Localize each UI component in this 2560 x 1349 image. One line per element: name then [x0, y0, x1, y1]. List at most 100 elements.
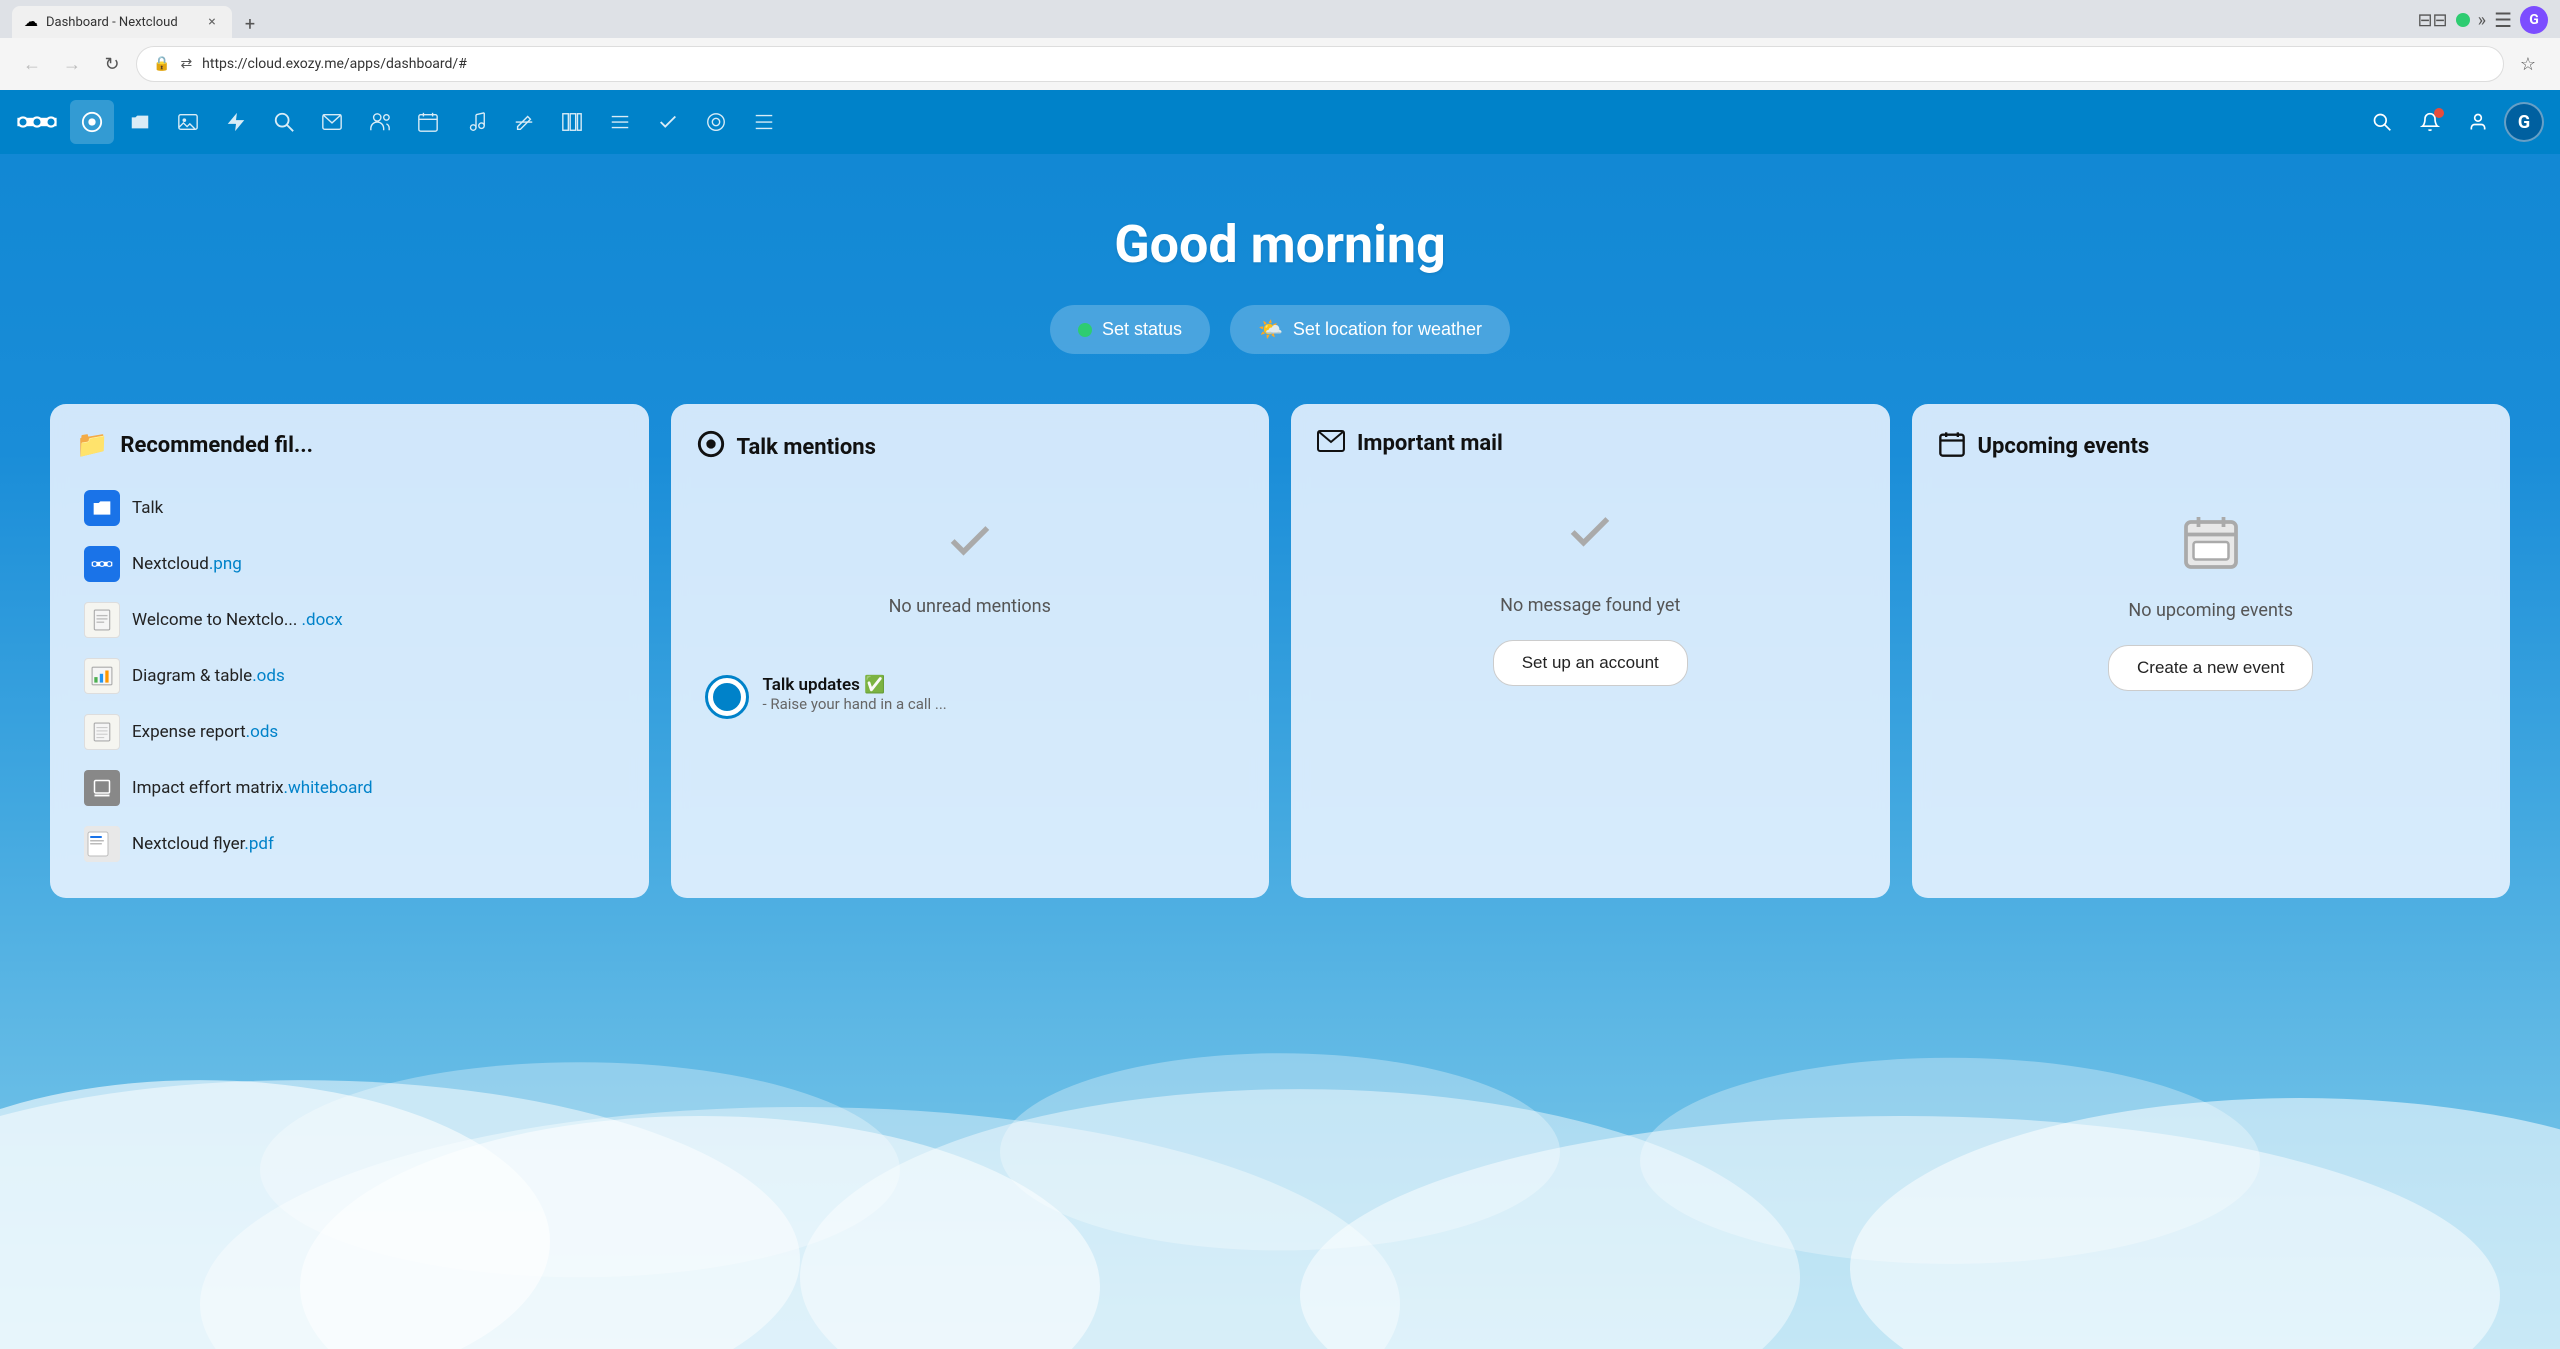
- nav-app-more[interactable]: [742, 100, 786, 144]
- setup-account-button[interactable]: Set up an account: [1493, 640, 1688, 686]
- events-empty-state: No upcoming events Create a new event: [1938, 482, 2485, 711]
- forward-button[interactable]: →: [56, 48, 88, 80]
- star-button[interactable]: ☆: [2512, 48, 2544, 80]
- file-expense-icon: [84, 714, 120, 750]
- events-card-title: Upcoming events: [1978, 434, 2150, 459]
- mail-card-header: Important mail: [1317, 430, 1864, 456]
- list-item[interactable]: Nextcloud.png: [76, 536, 623, 592]
- new-tab-button[interactable]: +: [236, 10, 264, 38]
- events-card-icon: [1938, 430, 1966, 462]
- file-name: Talk: [132, 498, 163, 518]
- notifications-button[interactable]: [2408, 100, 2452, 144]
- search-button[interactable]: [2360, 100, 2404, 144]
- list-item[interactable]: Talk: [76, 480, 623, 536]
- nc-logo[interactable]: [16, 108, 58, 136]
- file-name: Nextcloud.png: [132, 554, 242, 574]
- browser-chrome: ☁ Dashboard - Nextcloud × + ⊟⊟ » ☰ G ← →…: [0, 0, 2560, 90]
- address-bar[interactable]: 🔒 ⇄ https://cloud.exozy.me/apps/dashboar…: [136, 46, 2504, 82]
- talk-mention-title: Talk updates ✅: [763, 675, 947, 695]
- tab-favicon: ☁: [24, 14, 38, 30]
- nav-app-mail[interactable]: [310, 100, 354, 144]
- set-weather-button[interactable]: 🌤️ Set location for weather: [1230, 305, 1510, 354]
- file-nc-icon: [84, 546, 120, 582]
- set-status-button[interactable]: Set status: [1050, 305, 1210, 354]
- nav-app-dashboard[interactable]: [70, 100, 114, 144]
- talk-mentions-card: Talk mentions No unread mentions Talk up…: [671, 404, 1270, 898]
- tab-close-button[interactable]: ×: [204, 14, 220, 30]
- file-doc-icon: [84, 602, 120, 638]
- events-card-header: Upcoming events: [1938, 430, 2485, 462]
- talk-card-title: Talk mentions: [737, 435, 876, 460]
- dashboard-cards: 📁 Recommended fil... Talk: [0, 404, 2560, 898]
- files-card-header: 📁 Recommended fil...: [76, 430, 623, 460]
- browser-tab-active[interactable]: ☁ Dashboard - Nextcloud ×: [12, 6, 232, 38]
- greeting-section: Good morning Set status 🌤️ Set location …: [1050, 214, 1510, 354]
- back-button[interactable]: ←: [16, 48, 48, 80]
- list-item[interactable]: Nextcloud flyer.pdf: [76, 816, 623, 872]
- nav-app-search[interactable]: [262, 100, 306, 144]
- status-dot: [1078, 323, 1092, 337]
- nav-app-activity[interactable]: [214, 100, 258, 144]
- notification-badge: [2434, 108, 2444, 118]
- nav-app-notes[interactable]: [502, 100, 546, 144]
- file-name: Welcome to Nextclo... .docx: [132, 610, 343, 630]
- mail-empty-text: No message found yet: [1500, 595, 1680, 616]
- file-name: Nextcloud flyer.pdf: [132, 834, 274, 854]
- nav-app-circles[interactable]: [694, 100, 738, 144]
- upcoming-events-card: Upcoming events No upcoming events Creat…: [1912, 404, 2511, 898]
- nc-main: Good morning Set status 🌤️ Set location …: [0, 154, 2560, 1349]
- file-whiteboard-icon: [84, 770, 120, 806]
- nav-app-checkmarks[interactable]: [646, 100, 690, 144]
- browser-toolbar: ← → ↻ 🔒 ⇄ https://cloud.exozy.me/apps/da…: [0, 38, 2560, 90]
- talk-mention-desc: - Raise your hand in a call ...: [763, 695, 947, 713]
- user-avatar[interactable]: G: [2504, 102, 2544, 142]
- file-folder-icon: [84, 490, 120, 526]
- important-mail-card: Important mail No message found yet Set …: [1291, 404, 1890, 898]
- greeting-buttons: Set status 🌤️ Set location for weather: [1050, 305, 1510, 354]
- list-item[interactable]: Impact effort matrix.whiteboard: [76, 760, 623, 816]
- browser-extra-icons: ⊟⊟ » ☰ G: [2417, 6, 2548, 38]
- list-item[interactable]: Expense report.ods: [76, 704, 623, 760]
- list-item[interactable]: Diagram & table.ods: [76, 648, 623, 704]
- talk-mention-content: Talk updates ✅ - Raise your hand in a ca…: [763, 675, 947, 713]
- nav-app-music[interactable]: [454, 100, 498, 144]
- mail-check-icon: [1564, 506, 1616, 571]
- contacts-button[interactable]: [2456, 100, 2500, 144]
- list-item[interactable]: Welcome to Nextclo... .docx: [76, 592, 623, 648]
- greeting-title: Good morning: [1050, 214, 1510, 275]
- set-weather-label: Set location for weather: [1293, 319, 1482, 340]
- file-list: Talk Nextcloud.png Welcome t: [76, 480, 623, 872]
- nav-app-contacts[interactable]: [358, 100, 402, 144]
- talk-card-icon: [697, 430, 725, 465]
- file-name: Impact effort matrix.whiteboard: [132, 778, 373, 798]
- tab-title: Dashboard - Nextcloud: [46, 15, 196, 30]
- events-empty-text: No upcoming events: [2128, 600, 2293, 621]
- browser-profile-avatar[interactable]: G: [2520, 6, 2548, 34]
- talk-empty-state: No unread mentions: [697, 485, 1244, 657]
- browser-tabs-row: ☁ Dashboard - Nextcloud × + ⊟⊟ » ☰ G: [0, 0, 2560, 38]
- files-card-title: Recommended fil...: [120, 433, 313, 458]
- browser-online-indicator: [2456, 13, 2470, 27]
- mail-empty-state: No message found yet Set up an account: [1317, 476, 1864, 706]
- mail-card-title: Important mail: [1357, 431, 1503, 456]
- mail-card-icon: [1317, 430, 1345, 456]
- create-event-button[interactable]: Create a new event: [2108, 645, 2313, 691]
- lock-icon: 🔒: [153, 56, 170, 72]
- nav-app-photos[interactable]: [166, 100, 210, 144]
- recommended-files-card: 📁 Recommended fil... Talk: [50, 404, 649, 898]
- nc-app: G Good morning: [0, 90, 2560, 1349]
- nav-app-deck[interactable]: [550, 100, 594, 144]
- talk-mention-item[interactable]: Talk updates ✅ - Raise your hand in a ca…: [697, 667, 1244, 727]
- talk-empty-text: No unread mentions: [889, 596, 1051, 617]
- reload-button[interactable]: ↻: [96, 48, 128, 80]
- file-name: Diagram & table.ods: [132, 666, 285, 686]
- nav-app-calendar[interactable]: [406, 100, 450, 144]
- nav-app-files[interactable]: [118, 100, 162, 144]
- file-ods-icon: [84, 658, 120, 694]
- check-icon: [944, 515, 996, 580]
- talk-avatar: [705, 675, 749, 719]
- nav-app-tasks[interactable]: [598, 100, 642, 144]
- set-status-label: Set status: [1102, 319, 1182, 340]
- nc-topnav: G: [0, 90, 2560, 154]
- file-pdf-icon: [84, 826, 120, 862]
